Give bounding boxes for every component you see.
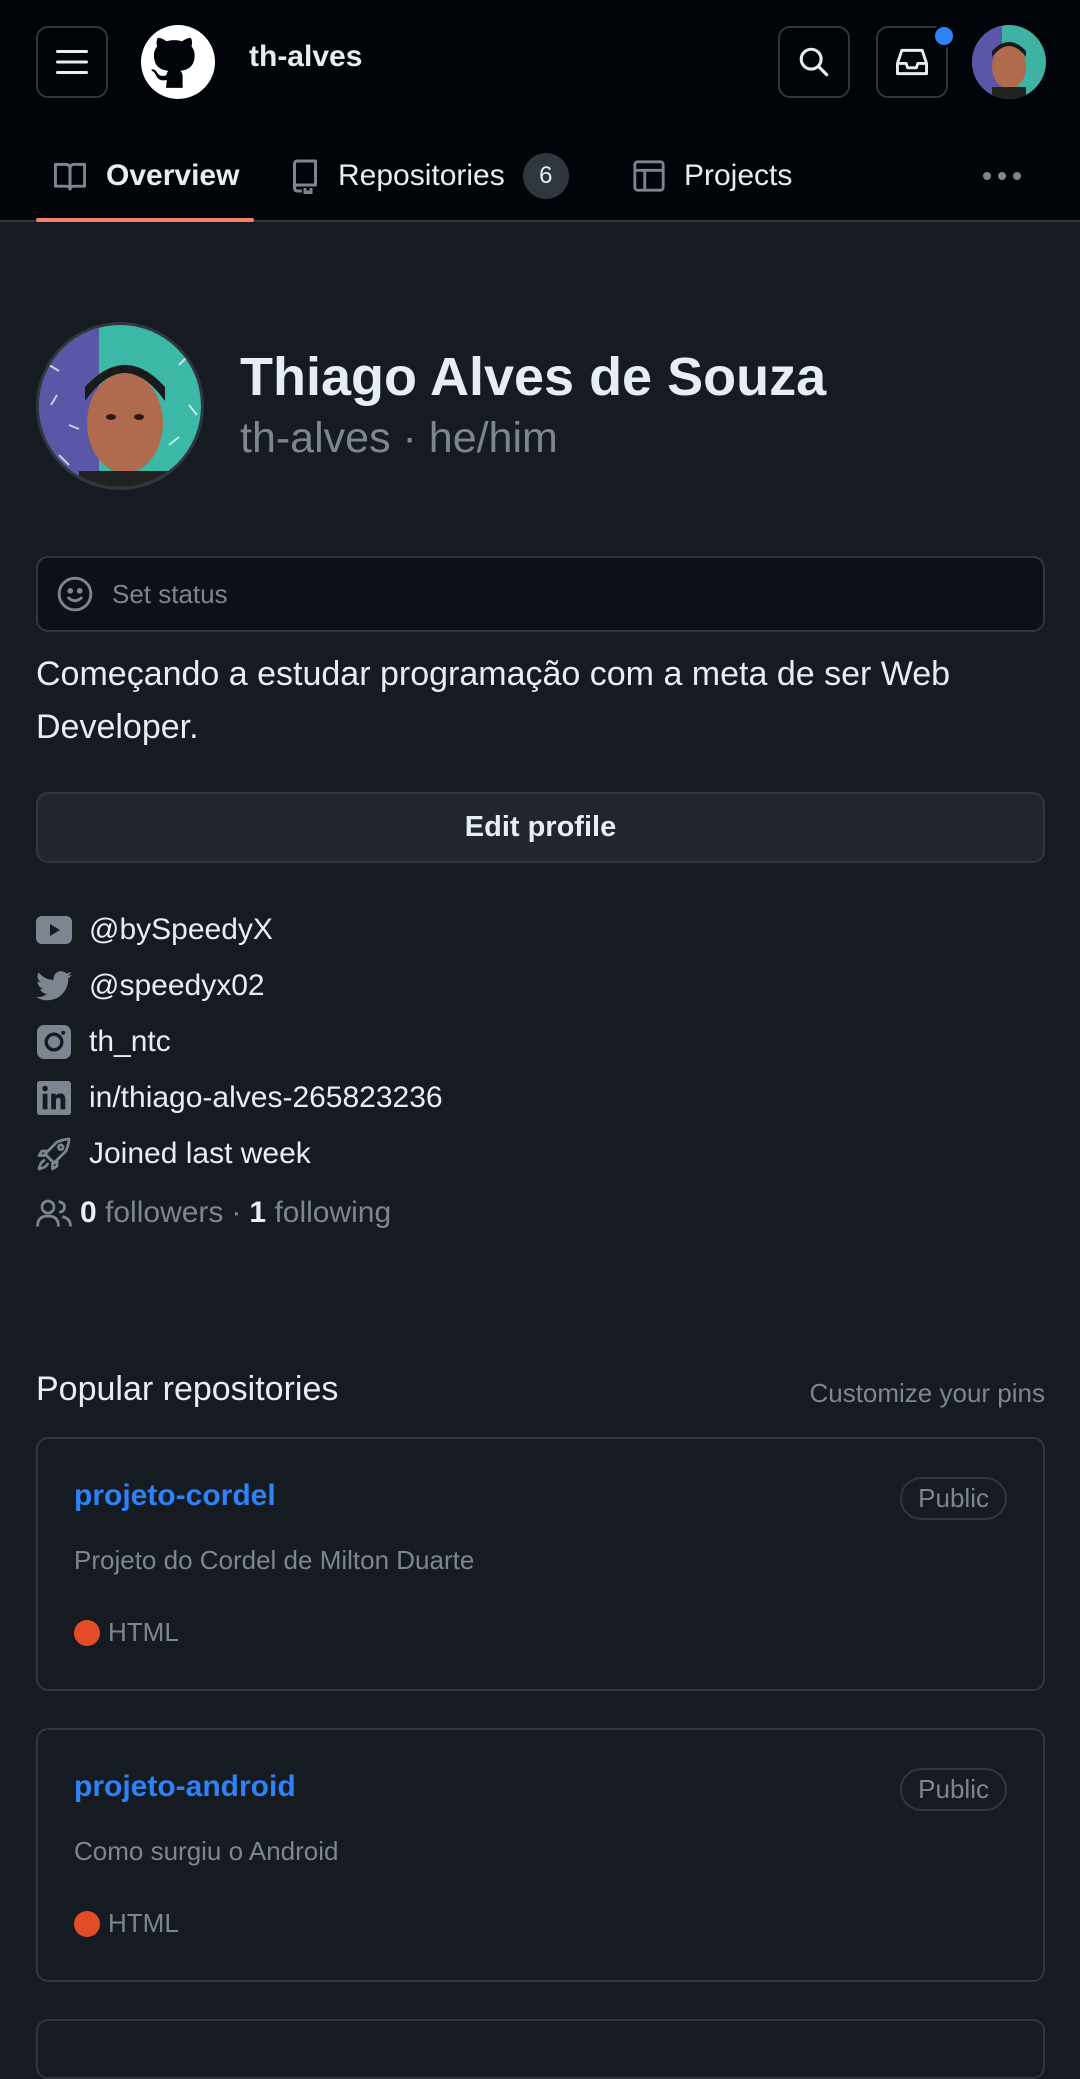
- profile-bio: Começando a estudar programação com a me…: [36, 655, 951, 746]
- followers-label: followers: [105, 1196, 224, 1229]
- rocket-icon: [36, 1136, 72, 1172]
- people-icon: [36, 1199, 72, 1227]
- set-status-button[interactable]: Set status: [36, 556, 1045, 632]
- following-link[interactable]: 1 following: [249, 1196, 391, 1230]
- visibility-badge: Public: [900, 1477, 1007, 1520]
- top-header: th-alves Overview Repositories 6 Project…: [0, 0, 1080, 222]
- social-link-linkedin[interactable]: in/thiago-alves-265823236: [36, 1080, 443, 1116]
- repositories-count-badge: 6: [522, 153, 569, 199]
- search-icon: [799, 47, 829, 77]
- follow-separator: ·: [231, 1196, 242, 1229]
- language-color-dot: [74, 1910, 100, 1937]
- social-link-youtube[interactable]: @bySpeedyX: [36, 912, 273, 948]
- smiley-icon: [57, 576, 93, 612]
- tab-projects-label: Projects: [684, 159, 793, 192]
- repo-icon: [293, 159, 317, 194]
- followers-link[interactable]: 0 followers: [80, 1196, 223, 1230]
- linkedin-handle: in/thiago-alves-265823236: [89, 1081, 443, 1114]
- inbox-icon: [895, 48, 928, 76]
- header-username[interactable]: th-alves: [249, 40, 362, 74]
- set-status-label: Set status: [112, 578, 228, 609]
- language-label: HTML: [108, 1617, 179, 1647]
- more-tabs-button[interactable]: [982, 130, 1022, 222]
- following-label: following: [274, 1196, 392, 1229]
- table-icon: [633, 160, 665, 192]
- repo-description: Como surgiu o Android: [74, 1836, 339, 1866]
- tab-overview[interactable]: Overview: [52, 130, 239, 222]
- following-count: 1: [249, 1196, 267, 1229]
- search-button[interactable]: [778, 26, 850, 98]
- instagram-icon: [36, 1024, 72, 1060]
- tab-repositories-label: Repositories: [338, 159, 505, 192]
- profile-avatar[interactable]: [36, 322, 204, 490]
- hamburger-icon: [56, 50, 88, 74]
- repo-card-partial: [36, 2019, 1045, 2079]
- repo-card: projeto-cordel Public Projeto do Cordel …: [36, 1437, 1045, 1691]
- menu-button[interactable]: [36, 26, 108, 98]
- edit-profile-button[interactable]: Edit profile: [36, 792, 1045, 863]
- linkedin-icon: [36, 1080, 72, 1116]
- kebab-horizontal-icon: [983, 172, 1021, 180]
- profile-full-name: Thiago Alves de Souza: [240, 347, 827, 407]
- repo-name-link[interactable]: projeto-cordel: [74, 1479, 276, 1513]
- popular-repos-heading: Popular repositories: [36, 1370, 339, 1408]
- selected-tab-indicator: [36, 218, 254, 222]
- youtube-handle: @bySpeedyX: [89, 913, 273, 946]
- repo-name-link[interactable]: projeto-android: [74, 1770, 296, 1804]
- tab-repositories[interactable]: Repositories 6: [290, 130, 569, 222]
- repo-language: HTML: [74, 1908, 179, 1939]
- tab-projects[interactable]: Projects: [632, 130, 792, 222]
- language-color-dot: [74, 1619, 100, 1646]
- visibility-badge: Public: [900, 1768, 1007, 1811]
- profile-tabs: Overview Repositories 6 Projects: [0, 130, 1080, 222]
- github-logo-icon[interactable]: [141, 25, 215, 99]
- youtube-icon: [36, 912, 72, 948]
- notification-dot: [932, 24, 956, 48]
- book-icon: [54, 162, 86, 191]
- social-link-instagram[interactable]: th_ntc: [36, 1024, 171, 1060]
- twitter-handle: @speedyx02: [89, 969, 265, 1002]
- language-label: HTML: [108, 1908, 179, 1938]
- twitter-icon: [36, 968, 72, 1004]
- followers-following: 0 followers · 1 following: [36, 1196, 391, 1230]
- joined-text: Joined last week: [89, 1137, 311, 1170]
- social-link-twitter[interactable]: @speedyx02: [36, 968, 265, 1004]
- repo-language: HTML: [74, 1617, 179, 1648]
- repo-description: Projeto do Cordel de Milton Duarte: [74, 1545, 475, 1575]
- profile-login-pronouns: th-alves · he/him: [240, 414, 558, 462]
- user-avatar[interactable]: [972, 25, 1046, 99]
- joined-date: Joined last week: [36, 1136, 311, 1172]
- customize-pins-link[interactable]: Customize your pins: [809, 1378, 1045, 1409]
- instagram-handle: th_ntc: [89, 1025, 171, 1058]
- followers-count: 0: [80, 1196, 97, 1229]
- tab-overview-label: Overview: [106, 159, 240, 192]
- repo-card: projeto-android Public Como surgiu o And…: [36, 1728, 1045, 1982]
